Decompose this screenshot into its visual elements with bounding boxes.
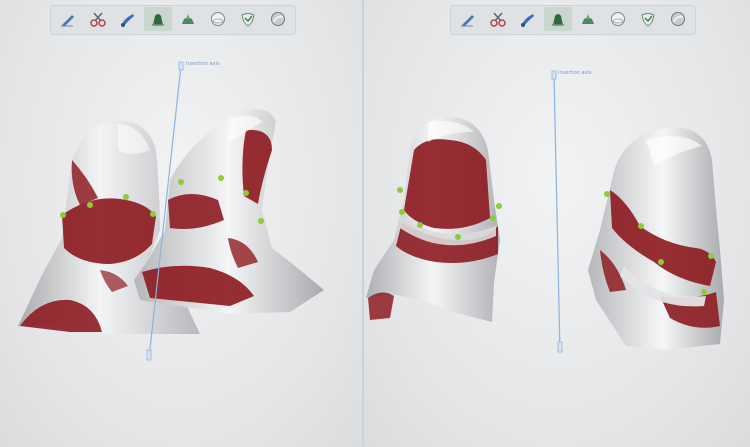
axis-label-right: Insertion axis bbox=[558, 70, 592, 76]
axis-label-left: Insertion axis bbox=[186, 61, 220, 67]
tooth-model-3[interactable] bbox=[366, 117, 500, 322]
tooth-models-right[interactable] bbox=[364, 0, 750, 447]
insertion-axis-right[interactable] bbox=[551, 70, 563, 353]
viewport-left[interactable]: Insertion axis bbox=[0, 0, 362, 447]
viewport-right[interactable]: Insertion axis bbox=[364, 0, 750, 447]
tooth-model-4[interactable] bbox=[588, 126, 724, 350]
tooth-model-2[interactable] bbox=[134, 109, 324, 314]
tooth-models-left[interactable] bbox=[0, 0, 362, 447]
